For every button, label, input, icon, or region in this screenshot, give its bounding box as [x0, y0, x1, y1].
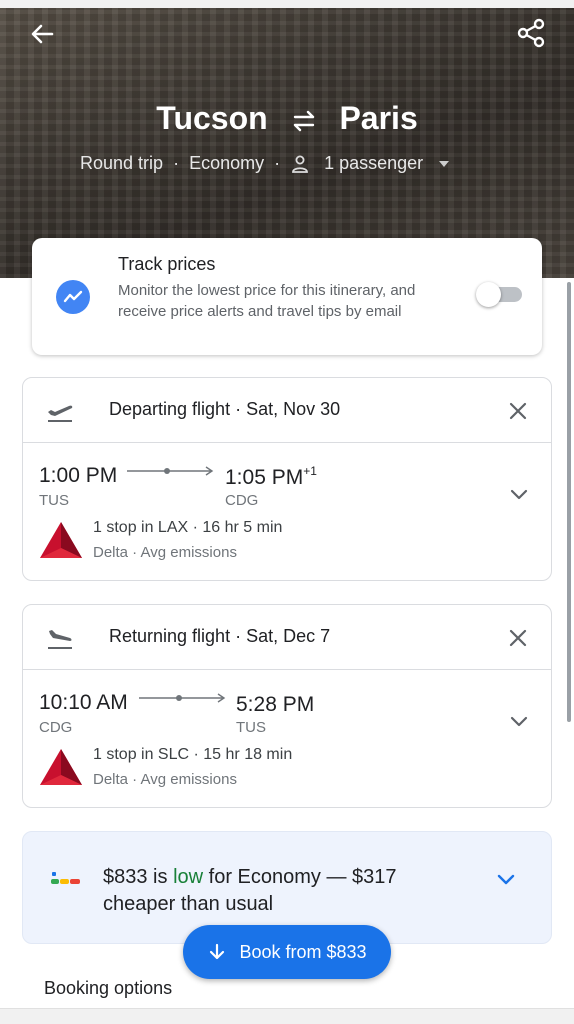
- carrier-emissions: Delta · Avg emissions: [93, 771, 237, 788]
- arrive-time-value: 5:28 PM: [236, 693, 315, 716]
- returning-flight-details[interactable]: 10:10 AM 5:28 PM CDG TUS 1 stop in SLC ·…: [23, 671, 551, 807]
- takeoff-icon: [48, 405, 73, 422]
- share-icon: [517, 18, 545, 48]
- separator-dot: ·: [173, 153, 180, 173]
- back-arrow-icon: [31, 24, 54, 44]
- arrive-airport-code: TUS: [236, 719, 266, 736]
- arrive-airport-code: CDG: [225, 492, 259, 509]
- origin-city: Tucson: [156, 100, 268, 136]
- person-icon: [292, 155, 309, 173]
- status-bar: [0, 0, 574, 8]
- departing-flight-title: Departing flight · Sat, Nov 30: [109, 399, 341, 419]
- separator-dot: ·: [274, 153, 281, 173]
- carrier-emissions: Delta · Avg emissions: [93, 544, 237, 561]
- depart-time: 1:00 PM: [39, 464, 118, 487]
- delta-logo: [40, 522, 82, 558]
- track-prices-title: Track prices: [118, 254, 216, 274]
- trip-type[interactable]: Round trip: [80, 153, 163, 174]
- landing-icon: [48, 630, 72, 649]
- depart-airport-code: CDG: [39, 719, 73, 736]
- back-button[interactable]: [26, 18, 58, 50]
- toggle-knob: [476, 282, 501, 307]
- price-insight-prefix: $833 is: [103, 866, 168, 888]
- returning-flight-title: Returning flight · Sat, Dec 7: [109, 626, 331, 646]
- arrive-time-value: 1:05 PM: [225, 466, 304, 489]
- returning-flight-card: Returning flight · Sat, Dec 7 10:10 AM 5…: [22, 604, 552, 808]
- chevron-down-icon[interactable]: [507, 709, 531, 733]
- price-insight-text: $833 is low for Economy — $317 cheaper t…: [103, 864, 463, 918]
- swap-arrows-icon: [293, 110, 314, 131]
- share-button[interactable]: [514, 16, 548, 50]
- departing-flight-details[interactable]: 1:00 PM 1:05 PM+1 TUS CDG 1 stop in LAX …: [23, 444, 551, 580]
- dropdown-caret-icon[interactable]: [439, 160, 450, 167]
- scrollbar[interactable]: [567, 282, 571, 722]
- chevron-down-icon[interactable]: [493, 866, 519, 892]
- depart-airport-code: TUS: [39, 492, 69, 509]
- book-button-label: Book from $833: [239, 941, 367, 962]
- returning-flight-header: Returning flight · Sat, Dec 7: [23, 605, 551, 670]
- departing-flight-card: Departing flight · Sat, Nov 30 1:00 PM 1…: [22, 377, 552, 581]
- destination-city: Paris: [339, 100, 418, 136]
- chevron-down-icon[interactable]: [507, 482, 531, 506]
- track-prices-toggle[interactable]: [476, 280, 524, 308]
- track-prices-card: Track prices Monitor the lowest price fo…: [32, 238, 542, 355]
- route-title: Tucson Paris: [0, 100, 574, 137]
- passenger-count[interactable]: 1 passenger: [324, 153, 423, 174]
- stops-duration: 1 stop in LAX · 16 hr 5 min: [93, 519, 283, 536]
- arrive-time: 5:28 PM: [236, 691, 314, 717]
- route-connector-icon: [127, 466, 214, 476]
- hero-banner: [0, 0, 574, 278]
- cabin-class[interactable]: Economy: [189, 153, 264, 174]
- bottom-bar: [0, 1008, 574, 1024]
- trip-options[interactable]: Round trip · Economy · 1 passenger: [80, 153, 450, 174]
- delta-logo: [40, 749, 82, 785]
- depart-time: 10:10 AM: [39, 691, 128, 714]
- stops-duration: 1 stop in SLC · 15 hr 18 min: [93, 746, 293, 763]
- arrow-down-icon: [210, 943, 225, 960]
- booking-options-heading: Booking options: [44, 978, 173, 998]
- price-level: low: [173, 866, 204, 888]
- track-prices-description: Monitor the lowest price for this itiner…: [118, 282, 416, 320]
- departing-flight-header: Departing flight · Sat, Nov 30: [23, 378, 551, 443]
- close-icon[interactable]: [507, 400, 529, 422]
- next-day-indicator: +1: [303, 464, 317, 478]
- price-bars-icon: [51, 872, 80, 884]
- route-connector-icon: [139, 693, 226, 703]
- arrive-time: 1:05 PM+1: [225, 464, 317, 490]
- book-button[interactable]: Book from $833: [183, 925, 391, 979]
- trend-chart-icon: [56, 280, 90, 314]
- close-icon[interactable]: [507, 627, 529, 649]
